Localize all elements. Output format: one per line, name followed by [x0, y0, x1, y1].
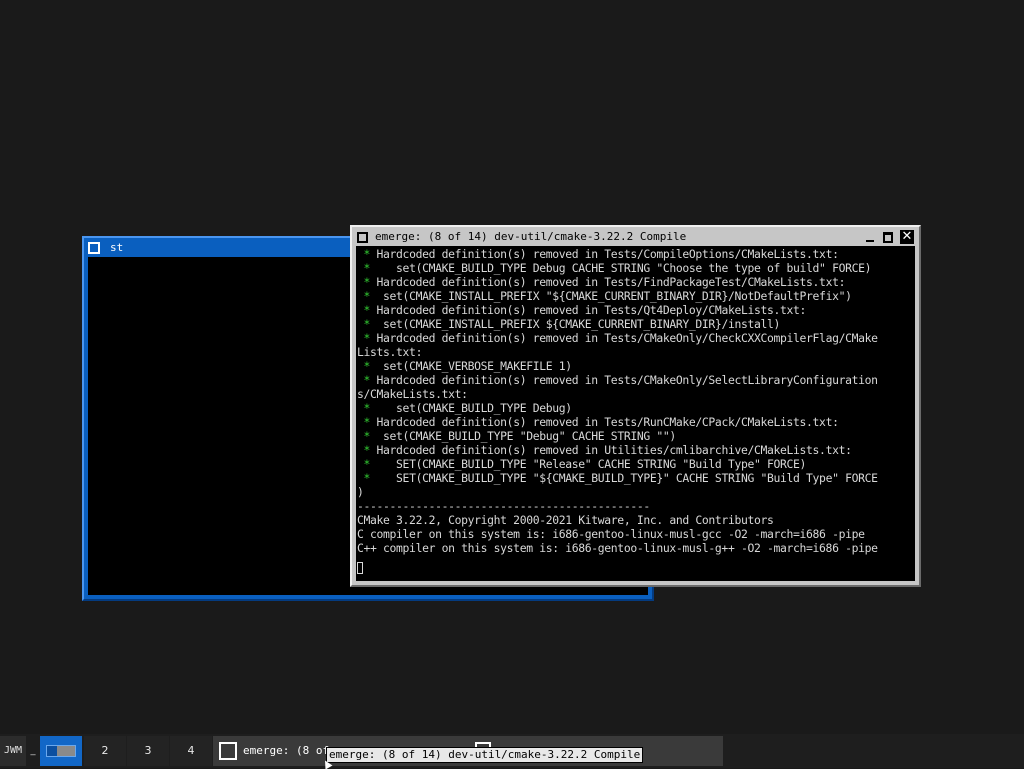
terminal-output: * Hardcoded definition(s) removed in Tes… [356, 246, 915, 555]
terminal-line-marker: * [357, 261, 390, 275]
terminal-line-text: Hardcoded definition(s) removed in Tests… [376, 415, 839, 429]
terminal-line-text: Hardcoded definition(s) removed in Tests… [376, 373, 878, 387]
terminal-line-marker: * [357, 401, 390, 415]
desktop-4-pager[interactable]: 4 [170, 736, 212, 766]
terminal-line-text: Hardcoded definition(s) removed in Tests… [376, 303, 807, 317]
terminal-line: s/CMakeLists.txt: [357, 387, 915, 401]
terminal-line: * set(CMAKE_INSTALL_PREFIX "${CMAKE_CURR… [357, 289, 915, 303]
terminal-line: * SET(CMAKE_BUILD_TYPE "${CMAKE_BUILD_TY… [357, 471, 915, 485]
terminal-line: C++ compiler on this system is: i686-gen… [357, 541, 915, 555]
terminal-line-text: set(CMAKE_INSTALL_PREFIX "${CMAKE_CURREN… [376, 289, 852, 303]
terminal-line: * Hardcoded definition(s) removed in Tes… [357, 247, 915, 261]
minimize-icon[interactable] [863, 230, 877, 244]
terminal-line-text: Lists.txt: [357, 345, 423, 359]
terminal-line-marker: * [357, 317, 377, 331]
maximize-icon[interactable] [881, 230, 895, 244]
emerge-terminal-area[interactable]: * Hardcoded definition(s) removed in Tes… [356, 246, 915, 581]
emerge-titlebar[interactable]: emerge: (8 of 14) dev-util/cmake-3.22.2 … [354, 229, 917, 245]
terminal-line-marker: * [357, 471, 390, 485]
window-menu-icon[interactable] [357, 232, 368, 243]
terminal-line: * set(CMAKE_INSTALL_PREFIX ${CMAKE_CURRE… [357, 317, 915, 331]
terminal-line: C compiler on this system is: i686-gento… [357, 527, 915, 541]
terminal-line: * set(CMAKE_BUILD_TYPE "Debug" CACHE STR… [357, 429, 915, 443]
task-tooltip: emerge: (8 of 14) dev-util/cmake-3.22.2 … [326, 747, 644, 763]
terminal-line-text: set(CMAKE_BUILD_TYPE Debug CACHE STRING … [389, 261, 872, 275]
terminal-line-text: Hardcoded definition(s) removed in Tests… [376, 247, 839, 261]
terminal-line: ) [357, 485, 915, 499]
window-menu-icon[interactable] [88, 242, 100, 254]
terminal-line: * Hardcoded definition(s) removed in Tes… [357, 331, 915, 345]
terminal-line: * Hardcoded definition(s) removed in Tes… [357, 415, 915, 429]
terminal-line-text: C++ compiler on this system is: i686-gen… [357, 541, 878, 555]
terminal-line-text: set(CMAKE_BUILD_TYPE "Debug" CACHE STRIN… [376, 429, 676, 443]
terminal-line-marker: * [357, 443, 377, 457]
terminal-line: * Hardcoded definition(s) removed in Uti… [357, 443, 915, 457]
terminal-line: * set(CMAKE_BUILD_TYPE Debug CACHE STRIN… [357, 261, 915, 275]
terminal-line-text: ) [357, 485, 364, 499]
terminal-line-text: Hardcoded definition(s) removed in Tests… [376, 275, 846, 289]
terminal-line-marker: * [357, 373, 377, 387]
jwm-menu-button[interactable]: JWM [0, 736, 26, 766]
terminal-line-marker: * [357, 247, 377, 261]
emerge-window-title: emerge: (8 of 14) dev-util/cmake-3.22.2 … [375, 230, 687, 243]
terminal-line-marker: * [357, 359, 377, 373]
close-icon[interactable]: ✕ [900, 230, 914, 244]
terminal-line-text: s/CMakeLists.txt: [357, 387, 468, 401]
terminal-line: * Hardcoded definition(s) removed in Tes… [357, 373, 915, 387]
terminal-line-marker: * [357, 429, 377, 443]
terminal-line-text: SET(CMAKE_BUILD_TYPE "${CMAKE_BUILD_TYPE… [389, 471, 878, 485]
terminal-cursor [357, 562, 363, 574]
terminal-line: Lists.txt: [357, 345, 915, 359]
emerge-window[interactable]: emerge: (8 of 14) dev-util/cmake-3.22.2 … [350, 225, 921, 587]
show-desktop-button[interactable]: _ [28, 736, 38, 766]
terminal-line: ----------------------------------------… [357, 499, 915, 513]
terminal-line-marker: * [357, 289, 377, 303]
terminal-line: CMake 3.22.2, Copyright 2000-2021 Kitwar… [357, 513, 915, 527]
terminal-line-text: set(CMAKE_INSTALL_PREFIX ${CMAKE_CURRENT… [376, 317, 781, 331]
terminal-line-text: set(CMAKE_VERBOSE_MAKEFILE 1) [376, 359, 572, 373]
terminal-line-text: SET(CMAKE_BUILD_TYPE "Release" CACHE STR… [389, 457, 807, 471]
terminal-line-text: C compiler on this system is: i686-gento… [357, 527, 865, 541]
terminal-line: * SET(CMAKE_BUILD_TYPE "Release" CACHE S… [357, 457, 915, 471]
desktop-3-pager[interactable]: 3 [127, 736, 169, 766]
terminal-line: * Hardcoded definition(s) removed in Tes… [357, 275, 915, 289]
terminal-line: * set(CMAKE_BUILD_TYPE Debug) [357, 401, 915, 415]
desktop-2-pager[interactable]: 2 [84, 736, 126, 766]
desktop-1-pager[interactable] [40, 736, 82, 766]
terminal-line-text: CMake 3.22.2, Copyright 2000-2021 Kitwar… [357, 513, 774, 527]
terminal-line-text: set(CMAKE_BUILD_TYPE Debug) [389, 401, 572, 415]
terminal-line: * Hardcoded definition(s) removed in Tes… [357, 303, 915, 317]
task-window-icon [219, 742, 237, 760]
terminal-line-marker: * [357, 331, 377, 345]
terminal-line-marker: * [357, 457, 390, 471]
st-window-title: st [110, 241, 124, 254]
terminal-line-text: Hardcoded definition(s) removed in Utili… [376, 443, 852, 457]
terminal-line: * set(CMAKE_VERBOSE_MAKEFILE 1) [357, 359, 915, 373]
pager-window-thumbnail [46, 745, 76, 757]
terminal-line-marker: * [357, 415, 377, 429]
task-label: emerge: (8 of [243, 744, 330, 757]
terminal-line-text: Hardcoded definition(s) removed in Tests… [376, 331, 878, 345]
terminal-line-marker: * [357, 303, 377, 317]
terminal-line-marker: * [357, 275, 377, 289]
terminal-line-text: ----------------------------------------… [357, 499, 650, 513]
